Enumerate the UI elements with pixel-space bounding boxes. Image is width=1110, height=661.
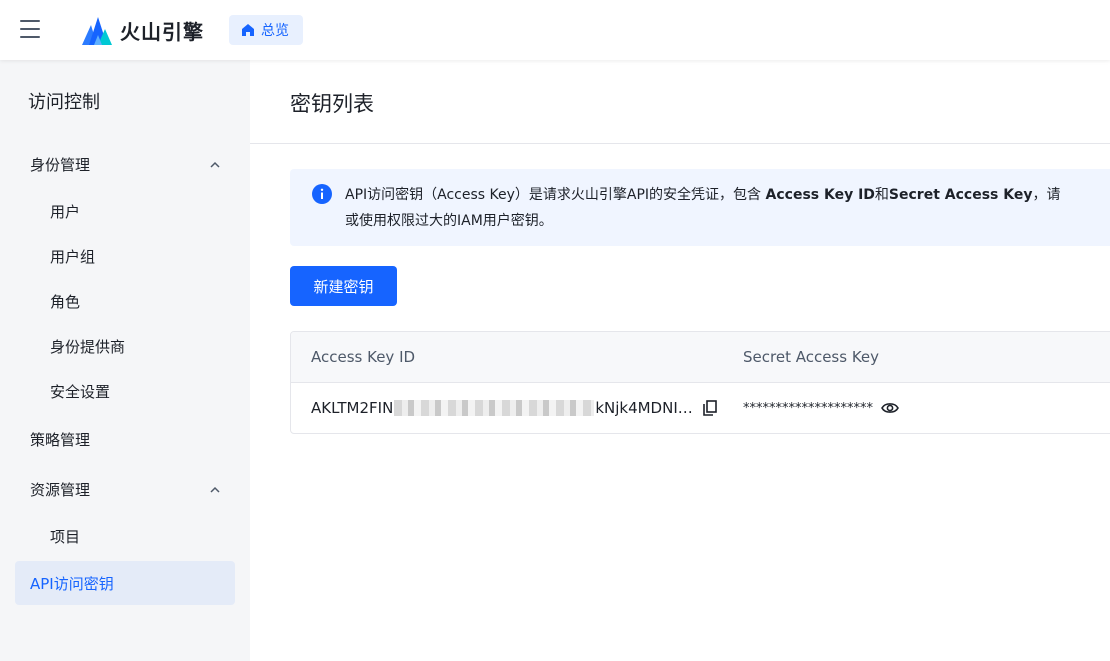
brand-name: 火山引擎 (120, 19, 204, 44)
sidebar-item-security-settings[interactable]: 安全设置 (50, 381, 110, 402)
chevron-up-icon (210, 161, 220, 168)
access-key-prefix: AKLTM2FIN (311, 399, 394, 417)
nav-group-label: 策略管理 (30, 431, 91, 449)
sidebar-item-identity-providers[interactable]: 身份提供商 (50, 336, 125, 357)
alert-text: API访问密钥（Access Key）是请求火山引擎API的安全凭证，包含 Ac… (345, 182, 1110, 234)
volcano-logo-icon (82, 17, 112, 45)
secret-masked-value: ******************** (743, 400, 873, 416)
info-icon (312, 184, 332, 204)
sidebar-title: 访问控制 (28, 92, 100, 113)
nav-group-label: 资源管理 (30, 481, 91, 499)
table-header: Access Key ID Secret Access Key (291, 332, 1110, 383)
overview-button[interactable]: 总览 (229, 15, 303, 45)
page-title: 密钥列表 (290, 92, 374, 116)
alert-bold-secret-access-key: Secret Access Key (888, 187, 1033, 203)
sidebar: 访问控制 身份管理 用户 用户组 角色 身份提供商 安全设置 策略管理 资源管理… (0, 60, 250, 661)
nav-group-label: 身份管理 (30, 156, 91, 174)
sidebar-item-projects[interactable]: 项目 (50, 526, 80, 547)
nav-group-identity[interactable]: 身份管理 (30, 154, 220, 175)
eye-icon[interactable] (881, 399, 899, 417)
column-header-access-key-id: Access Key ID (311, 348, 416, 366)
alert-text-part: 和 (874, 187, 889, 203)
sidebar-item-users[interactable]: 用户 (50, 201, 80, 222)
sidebar-item-roles[interactable]: 角色 (50, 291, 80, 312)
info-alert: API访问密钥（Access Key）是请求火山引擎API的安全凭证，包含 Ac… (290, 169, 1110, 246)
chevron-up-icon (210, 486, 220, 493)
alert-bold-access-key-id: Access Key ID (765, 187, 875, 203)
create-key-button[interactable]: 新建密钥 (290, 266, 397, 306)
alert-text-part: ，请 (1032, 187, 1061, 203)
divider (250, 143, 1110, 144)
redacted-mosaic (394, 400, 595, 416)
home-icon (242, 24, 254, 36)
access-key-id-cell: AKLTM2FIN kNjk4MDNI… (311, 399, 719, 417)
top-bar: 火山引擎 总览 (0, 0, 1110, 60)
alert-text-line2: 或使用权限过大的IAM用户密钥。 (345, 213, 553, 229)
keys-table: Access Key ID Secret Access Key AKLTM2FI… (290, 331, 1110, 434)
column-header-secret-access-key: Secret Access Key (743, 348, 880, 366)
sidebar-item-api-access-keys[interactable]: API访问密钥 (15, 561, 235, 605)
overview-label: 总览 (261, 23, 289, 39)
table-row: AKLTM2FIN kNjk4MDNI… *******************… (291, 383, 1110, 433)
nav-group-policies[interactable]: 策略管理 (30, 429, 220, 450)
access-key-suffix: kNjk4MDNI… (595, 399, 693, 417)
sidebar-item-user-groups[interactable]: 用户组 (50, 246, 95, 267)
copy-icon[interactable] (701, 399, 719, 417)
alert-text-part: API访问密钥（Access Key）是请求火山引擎API的安全凭证，包含 (345, 187, 766, 203)
menu-icon[interactable] (20, 20, 42, 40)
secret-access-key-cell: ******************** (743, 399, 899, 417)
main-content: 密钥列表 API访问密钥（Access Key）是请求火山引擎API的安全凭证，… (250, 60, 1110, 661)
nav-group-resources[interactable]: 资源管理 (30, 479, 220, 500)
brand-logo[interactable]: 火山引擎 (80, 14, 204, 46)
